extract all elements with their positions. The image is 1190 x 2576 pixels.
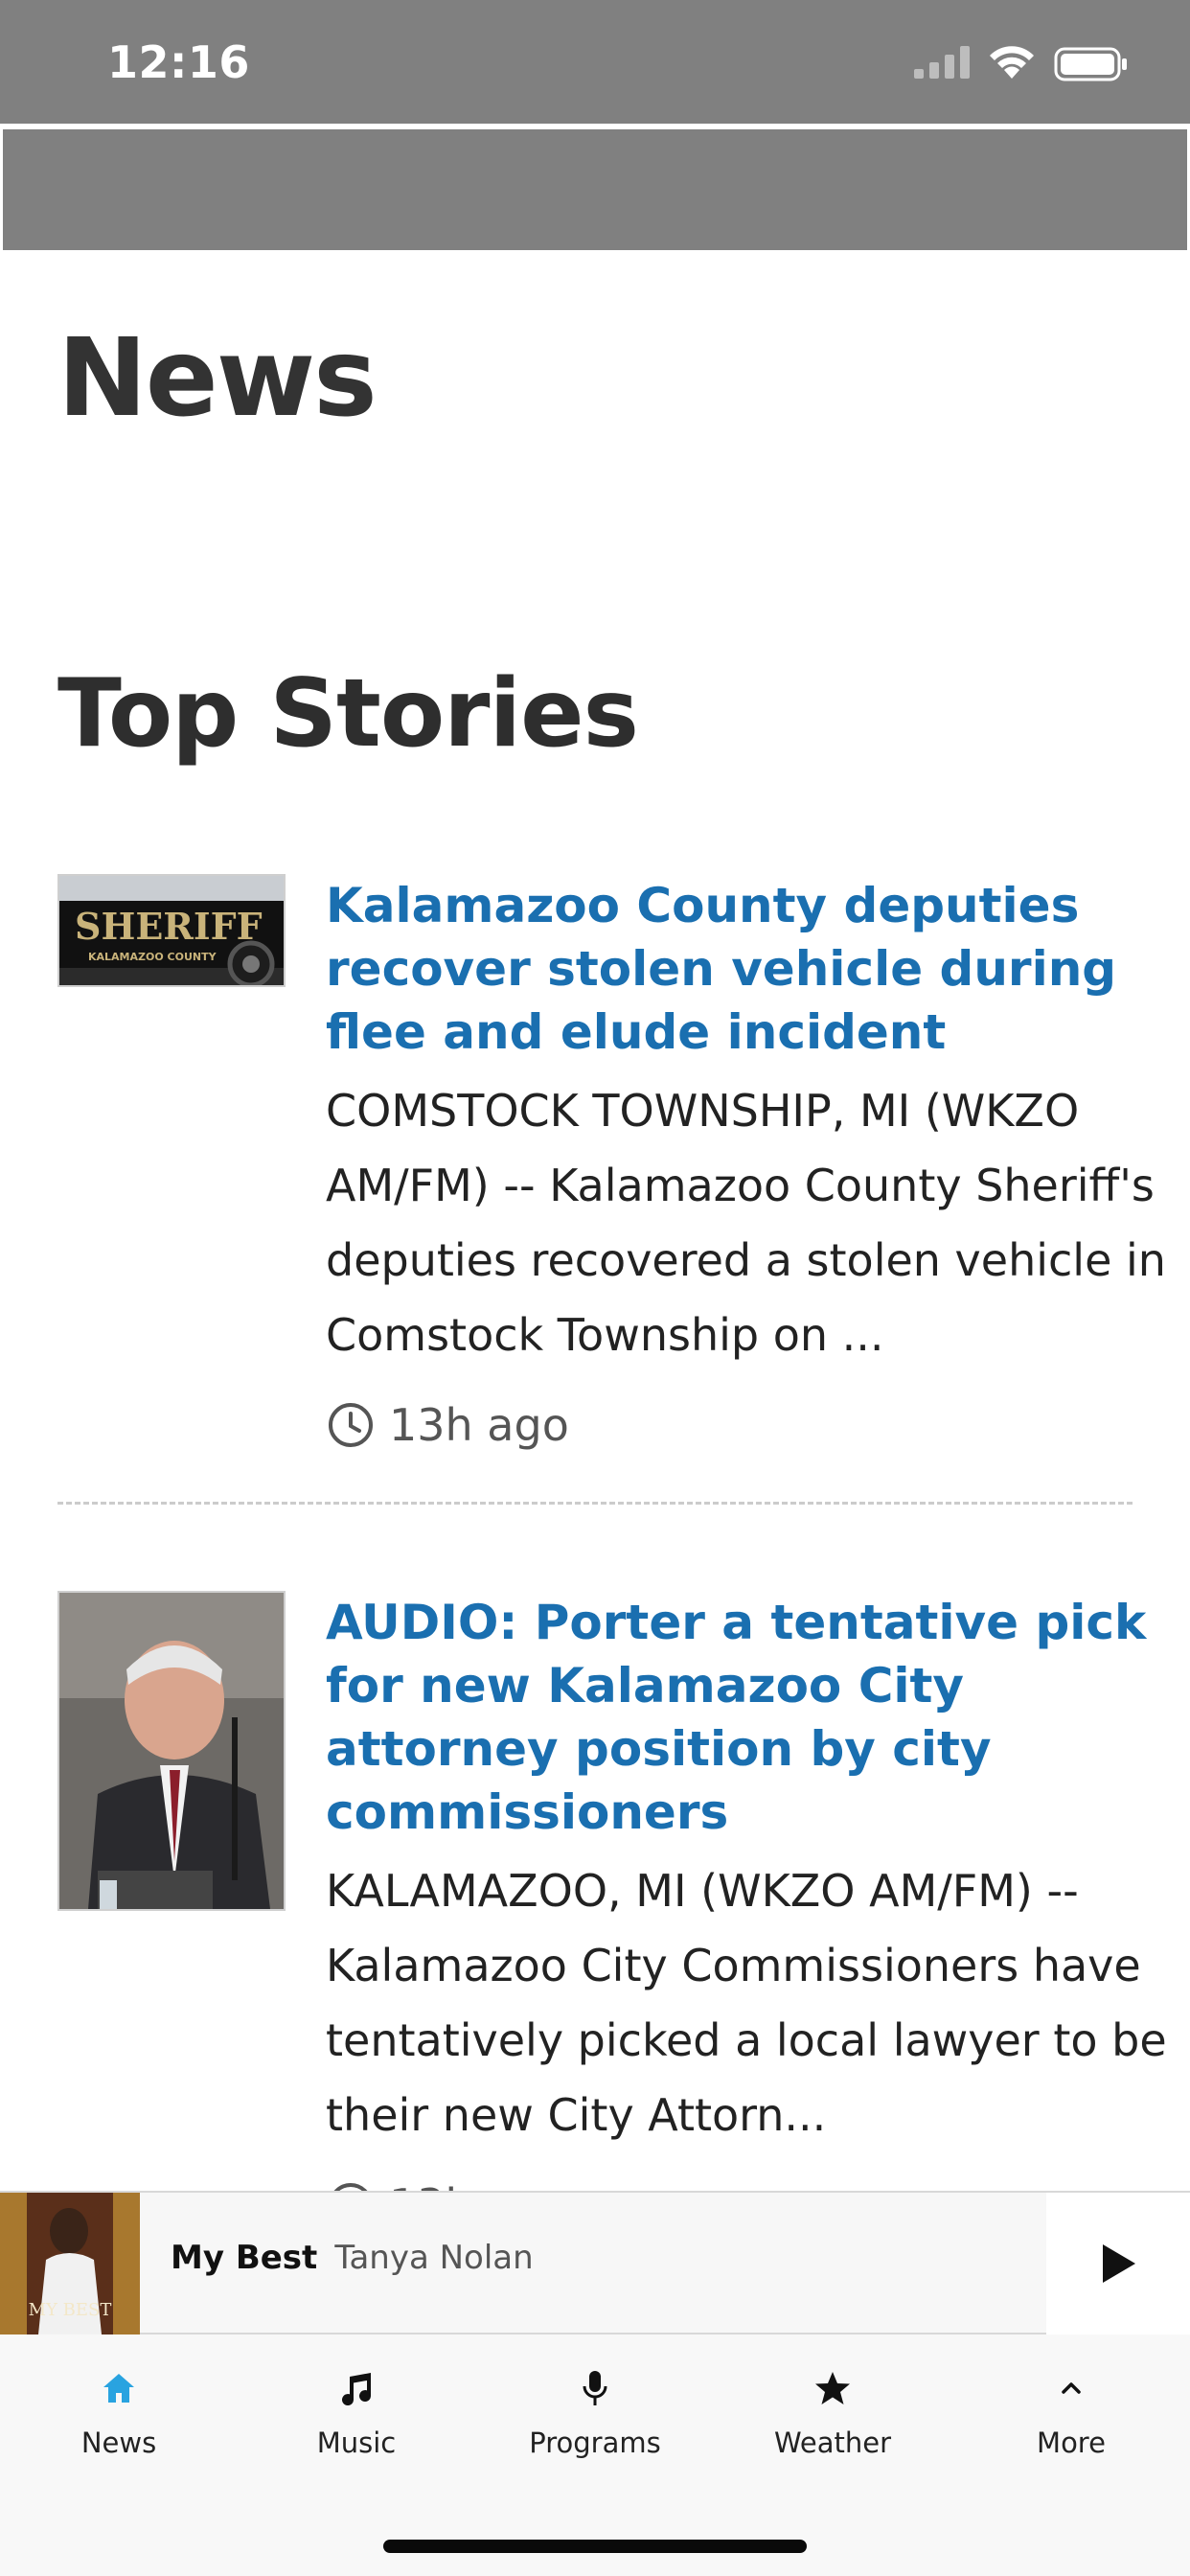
wifi-icon: [990, 46, 1034, 79]
page-title: News: [57, 316, 378, 441]
clock-icon: [329, 1403, 373, 1447]
chevron-up-icon: [1062, 2382, 1081, 2394]
story-timestamp: 13h ago: [389, 1399, 569, 1451]
speaker-photo-image: [59, 1593, 284, 1909]
track-artist: Tanya Nolan: [334, 2239, 534, 2277]
story-excerpt: COMSTOCK TOWNSHIP, MI (WKZO AM/FM) -- Ka…: [326, 1085, 1166, 1361]
story-text: Kalamazoo County deputies recover stolen…: [326, 874, 1188, 1451]
battery-icon: [1054, 47, 1127, 81]
tab-weather[interactable]: Weather: [714, 2334, 951, 2488]
story-thumbnail[interactable]: [57, 1591, 286, 1911]
svg-text:KALAMAZOO COUNTY: KALAMAZOO COUNTY: [88, 951, 217, 963]
album-art[interactable]: MY BEST: [0, 2193, 140, 2334]
tab-programs[interactable]: Programs: [476, 2334, 714, 2488]
tab-music[interactable]: Music: [238, 2334, 475, 2488]
music-note-icon: [342, 2373, 372, 2405]
star-icon: [815, 2372, 850, 2404]
home-indicator[interactable]: [383, 2540, 807, 2553]
play-icon: [1103, 2244, 1135, 2283]
track-info[interactable]: My Best Tanya Nolan: [171, 2239, 534, 2277]
tab-label: News: [80, 2426, 157, 2459]
news-screen: 12:16 News Top Stories SHERIFF KALAMAZOO…: [0, 0, 1190, 2576]
story-meta: 13h ago: [326, 1399, 1188, 1451]
story-thumbnail[interactable]: SHERIFF KALAMAZOO COUNTY: [57, 874, 286, 987]
now-playing-bar[interactable]: MY BEST My Best Tanya Nolan: [0, 2191, 1190, 2334]
navigation-header: [3, 129, 1187, 250]
track-title: My Best: [171, 2239, 318, 2277]
play-button[interactable]: [1046, 2193, 1190, 2334]
status-time: 12:16: [107, 36, 250, 88]
sheriff-vehicle-image: SHERIFF KALAMAZOO COUNTY: [59, 876, 284, 985]
story-title-link[interactable]: AUDIO: Porter a tentative pick for new K…: [326, 1591, 1188, 1844]
tab-news[interactable]: News: [0, 2334, 238, 2488]
cellular-signal-icon: [914, 46, 970, 79]
tab-label: Programs: [529, 2426, 661, 2459]
microphone-icon: [583, 2371, 607, 2405]
tab-more[interactable]: More: [952, 2334, 1190, 2488]
tab-label: Music: [316, 2426, 397, 2459]
tab-label: More: [1037, 2426, 1106, 2459]
story-text: AUDIO: Porter a tentative pick for new K…: [326, 1591, 1188, 2231]
story-excerpt: KALAMAZOO, MI (WKZO AM/FM) -- Kalamazoo …: [326, 1865, 1167, 2141]
svg-text:SHERIFF: SHERIFF: [75, 905, 263, 948]
story-title-link[interactable]: Kalamazoo County deputies recover stolen…: [326, 874, 1188, 1064]
section-heading-top-stories: Top Stories: [57, 659, 639, 769]
status-bar: 12:16: [0, 0, 1190, 126]
home-icon: [103, 2374, 134, 2403]
story-divider: [57, 1502, 1133, 1505]
tab-label: Weather: [773, 2426, 892, 2459]
svg-text:MY BEST: MY BEST: [29, 2300, 112, 2320]
